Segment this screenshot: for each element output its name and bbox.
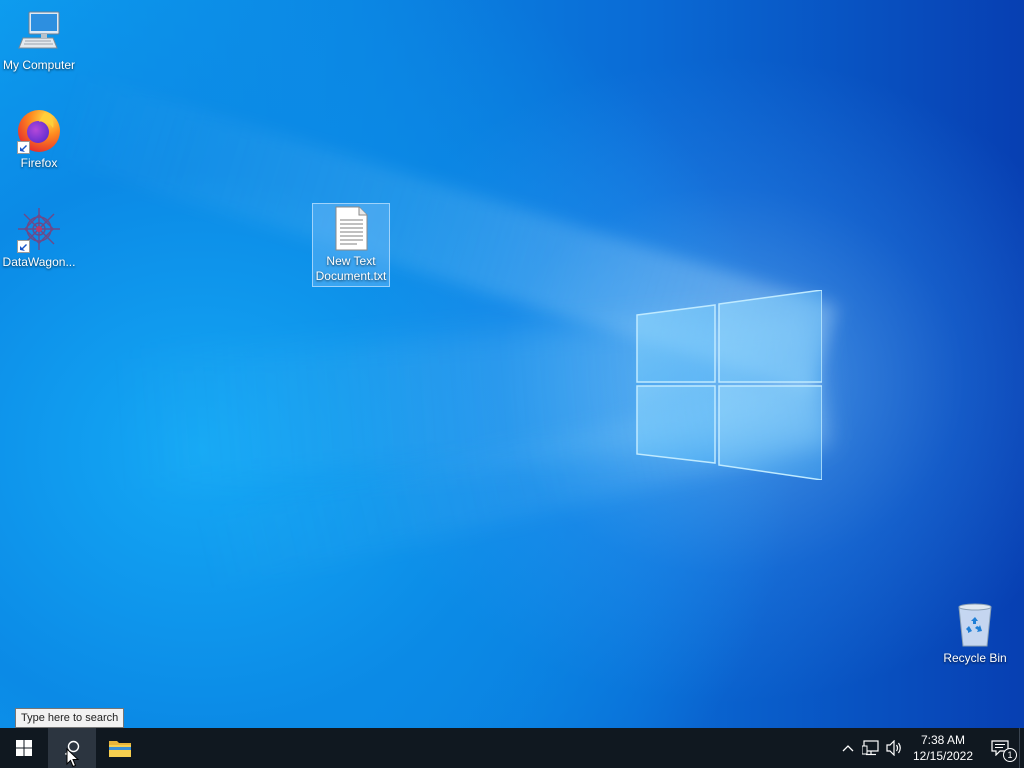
shortcut-arrow-icon xyxy=(17,240,30,253)
show-hidden-icons-button[interactable] xyxy=(837,728,859,768)
action-center-button[interactable]: 1 xyxy=(981,728,1019,768)
desktop-icon-my-computer[interactable]: My Computer xyxy=(0,8,78,73)
windows-start-icon xyxy=(16,740,32,756)
desktop-background[interactable] xyxy=(0,0,1024,728)
datawagon-icon xyxy=(15,205,63,253)
recycle-bin-icon xyxy=(951,601,999,649)
folder-icon xyxy=(109,741,131,757)
volume-button[interactable] xyxy=(883,728,905,768)
network-button[interactable] xyxy=(859,728,883,768)
file-explorer-button[interactable] xyxy=(96,728,144,768)
clock-time: 7:38 AM xyxy=(920,733,966,747)
system-tray: 7:38 AM 12/15/2022 1 xyxy=(837,728,1024,768)
windows-wallpaper-logo xyxy=(636,290,822,480)
desktop-icon-recycle-bin[interactable]: Recycle Bin xyxy=(936,601,1014,666)
firefox-icon xyxy=(15,106,63,154)
desktop-icon-label: New Text Document.txt xyxy=(315,254,387,283)
clock-button[interactable]: 7:38 AM 12/15/2022 xyxy=(905,728,981,768)
volume-icon xyxy=(886,740,901,756)
desktop-icon-firefox[interactable]: Firefox xyxy=(0,106,78,171)
desktop-icon-datawagon[interactable]: DataWagon... xyxy=(0,205,78,270)
desktop-icon-label: Recycle Bin xyxy=(943,651,1007,665)
desktop-icon-label: My Computer xyxy=(2,58,76,72)
show-desktop-button[interactable] xyxy=(1019,728,1024,768)
desktop-icon-label: DataWagon... xyxy=(2,255,76,269)
clock-date: 12/15/2022 xyxy=(912,749,974,763)
mouse-cursor-icon xyxy=(66,748,80,768)
text-document-icon xyxy=(327,204,375,252)
start-button[interactable] xyxy=(0,728,48,768)
shortcut-arrow-icon xyxy=(17,141,30,154)
desktop-icon-text-document[interactable]: New Text Document.txt xyxy=(312,203,390,287)
taskbar: 7:38 AM 12/15/2022 1 xyxy=(0,728,1024,768)
search-tooltip: Type here to search xyxy=(15,708,125,728)
network-icon xyxy=(862,740,879,756)
desktop-icon-label: Firefox xyxy=(20,156,58,170)
notification-count-badge: 1 xyxy=(1003,748,1017,762)
computer-icon xyxy=(15,8,63,56)
chevron-up-icon xyxy=(842,745,854,752)
